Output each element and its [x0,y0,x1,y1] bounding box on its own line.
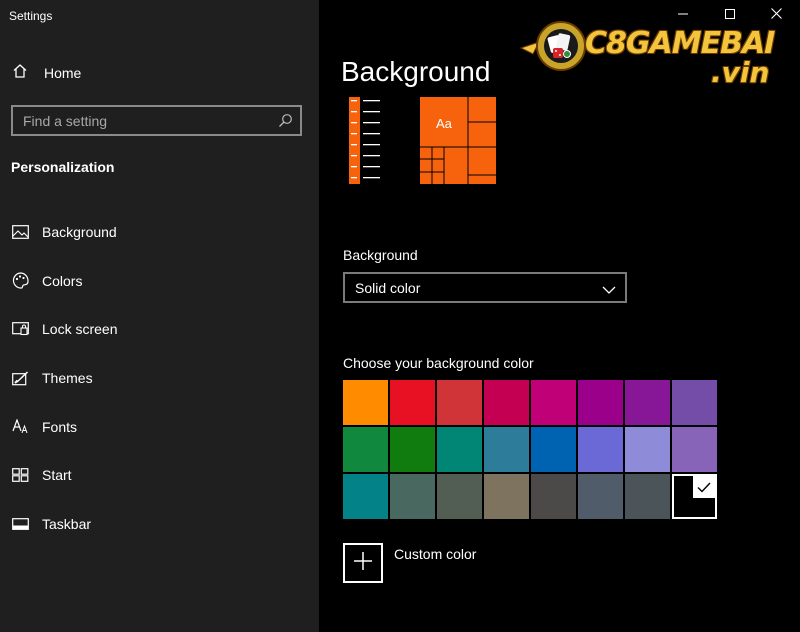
sidebar-item-taskbar[interactable]: Taskbar [0,500,319,549]
color-swatch[interactable] [437,474,482,519]
sidebar-item-label: Colors [42,272,83,289]
color-swatch[interactable] [625,380,670,425]
color-swatch-grid [343,380,717,519]
sidebar-item-label: Start [42,467,72,484]
custom-color-label: Custom color [394,546,477,562]
chevron-down-icon [602,282,616,298]
sidebar-item-label: Background [42,224,117,241]
search-input[interactable] [13,107,300,134]
preview-text: Aa [436,116,452,131]
picture-icon [11,223,29,241]
sidebar-item-label: Themes [42,370,93,387]
taskbar-icon [11,515,29,533]
sidebar-item-label: Fonts [42,418,78,435]
background-type-dropdown[interactable]: Solid color [343,272,627,303]
choose-color-label: Choose your background color [343,355,534,371]
color-swatch[interactable] [625,474,670,519]
themes-icon [11,369,29,387]
preview-start-menu [349,97,380,184]
search-box[interactable] [11,105,302,136]
color-swatch[interactable] [578,427,623,472]
fonts-icon [11,418,29,436]
sidebar-item-lock-screen[interactable]: Lock screen [0,305,319,354]
app-title: Settings [9,9,53,23]
color-swatch[interactable] [390,427,435,472]
logo-subtext: .vin [711,56,770,89]
sidebar: Settings Home Personalization Background… [0,0,319,632]
dropdown-value: Solid color [355,279,421,296]
color-swatch[interactable] [531,427,576,472]
sidebar-item-background[interactable]: Background [0,208,319,257]
sidebar-item-fonts[interactable]: Fonts [0,402,319,451]
color-swatch[interactable] [672,427,717,472]
preview-tiles: Aa [420,97,496,184]
color-swatch[interactable] [484,380,529,425]
sidebar-item-label: Lock screen [42,321,118,338]
search-icon[interactable] [278,113,293,133]
home-label: Home [44,65,82,81]
color-swatch[interactable] [437,427,482,472]
color-swatch[interactable] [343,427,388,472]
section-title: Personalization [11,159,115,175]
main-content: C8GAMEBAI .vin Background Aa Background … [319,0,800,632]
palette-icon [11,272,29,290]
start-icon [11,466,29,484]
sidebar-nav: Background Colors Lock screen Themes Fon… [0,208,319,548]
color-swatch[interactable] [625,427,670,472]
sidebar-item-themes[interactable]: Themes [0,354,319,403]
color-swatch[interactable] [578,380,623,425]
color-swatch[interactable] [531,474,576,519]
color-swatch[interactable] [343,474,388,519]
color-swatch[interactable] [672,380,717,425]
home-link[interactable]: Home [12,62,81,84]
background-label: Background [343,247,418,263]
color-swatch[interactable] [343,380,388,425]
custom-color-button[interactable] [343,543,383,583]
color-swatch[interactable] [390,474,435,519]
color-swatch[interactable] [390,380,435,425]
lock-screen-icon [11,320,29,338]
page-title: Background [341,56,491,87]
sidebar-item-start[interactable]: Start [0,451,319,500]
home-icon [12,63,28,84]
color-swatch[interactable] [672,474,717,519]
sidebar-item-colors[interactable]: Colors [0,257,319,306]
plus-icon [353,551,373,576]
color-swatch[interactable] [484,427,529,472]
color-swatch[interactable] [578,474,623,519]
watermark-logo: C8GAMEBAI .vin [515,10,795,89]
color-swatch[interactable] [437,380,482,425]
checkmark-icon [692,476,715,498]
color-swatch[interactable] [531,380,576,425]
color-swatch[interactable] [484,474,529,519]
sidebar-item-label: Taskbar [42,515,92,532]
